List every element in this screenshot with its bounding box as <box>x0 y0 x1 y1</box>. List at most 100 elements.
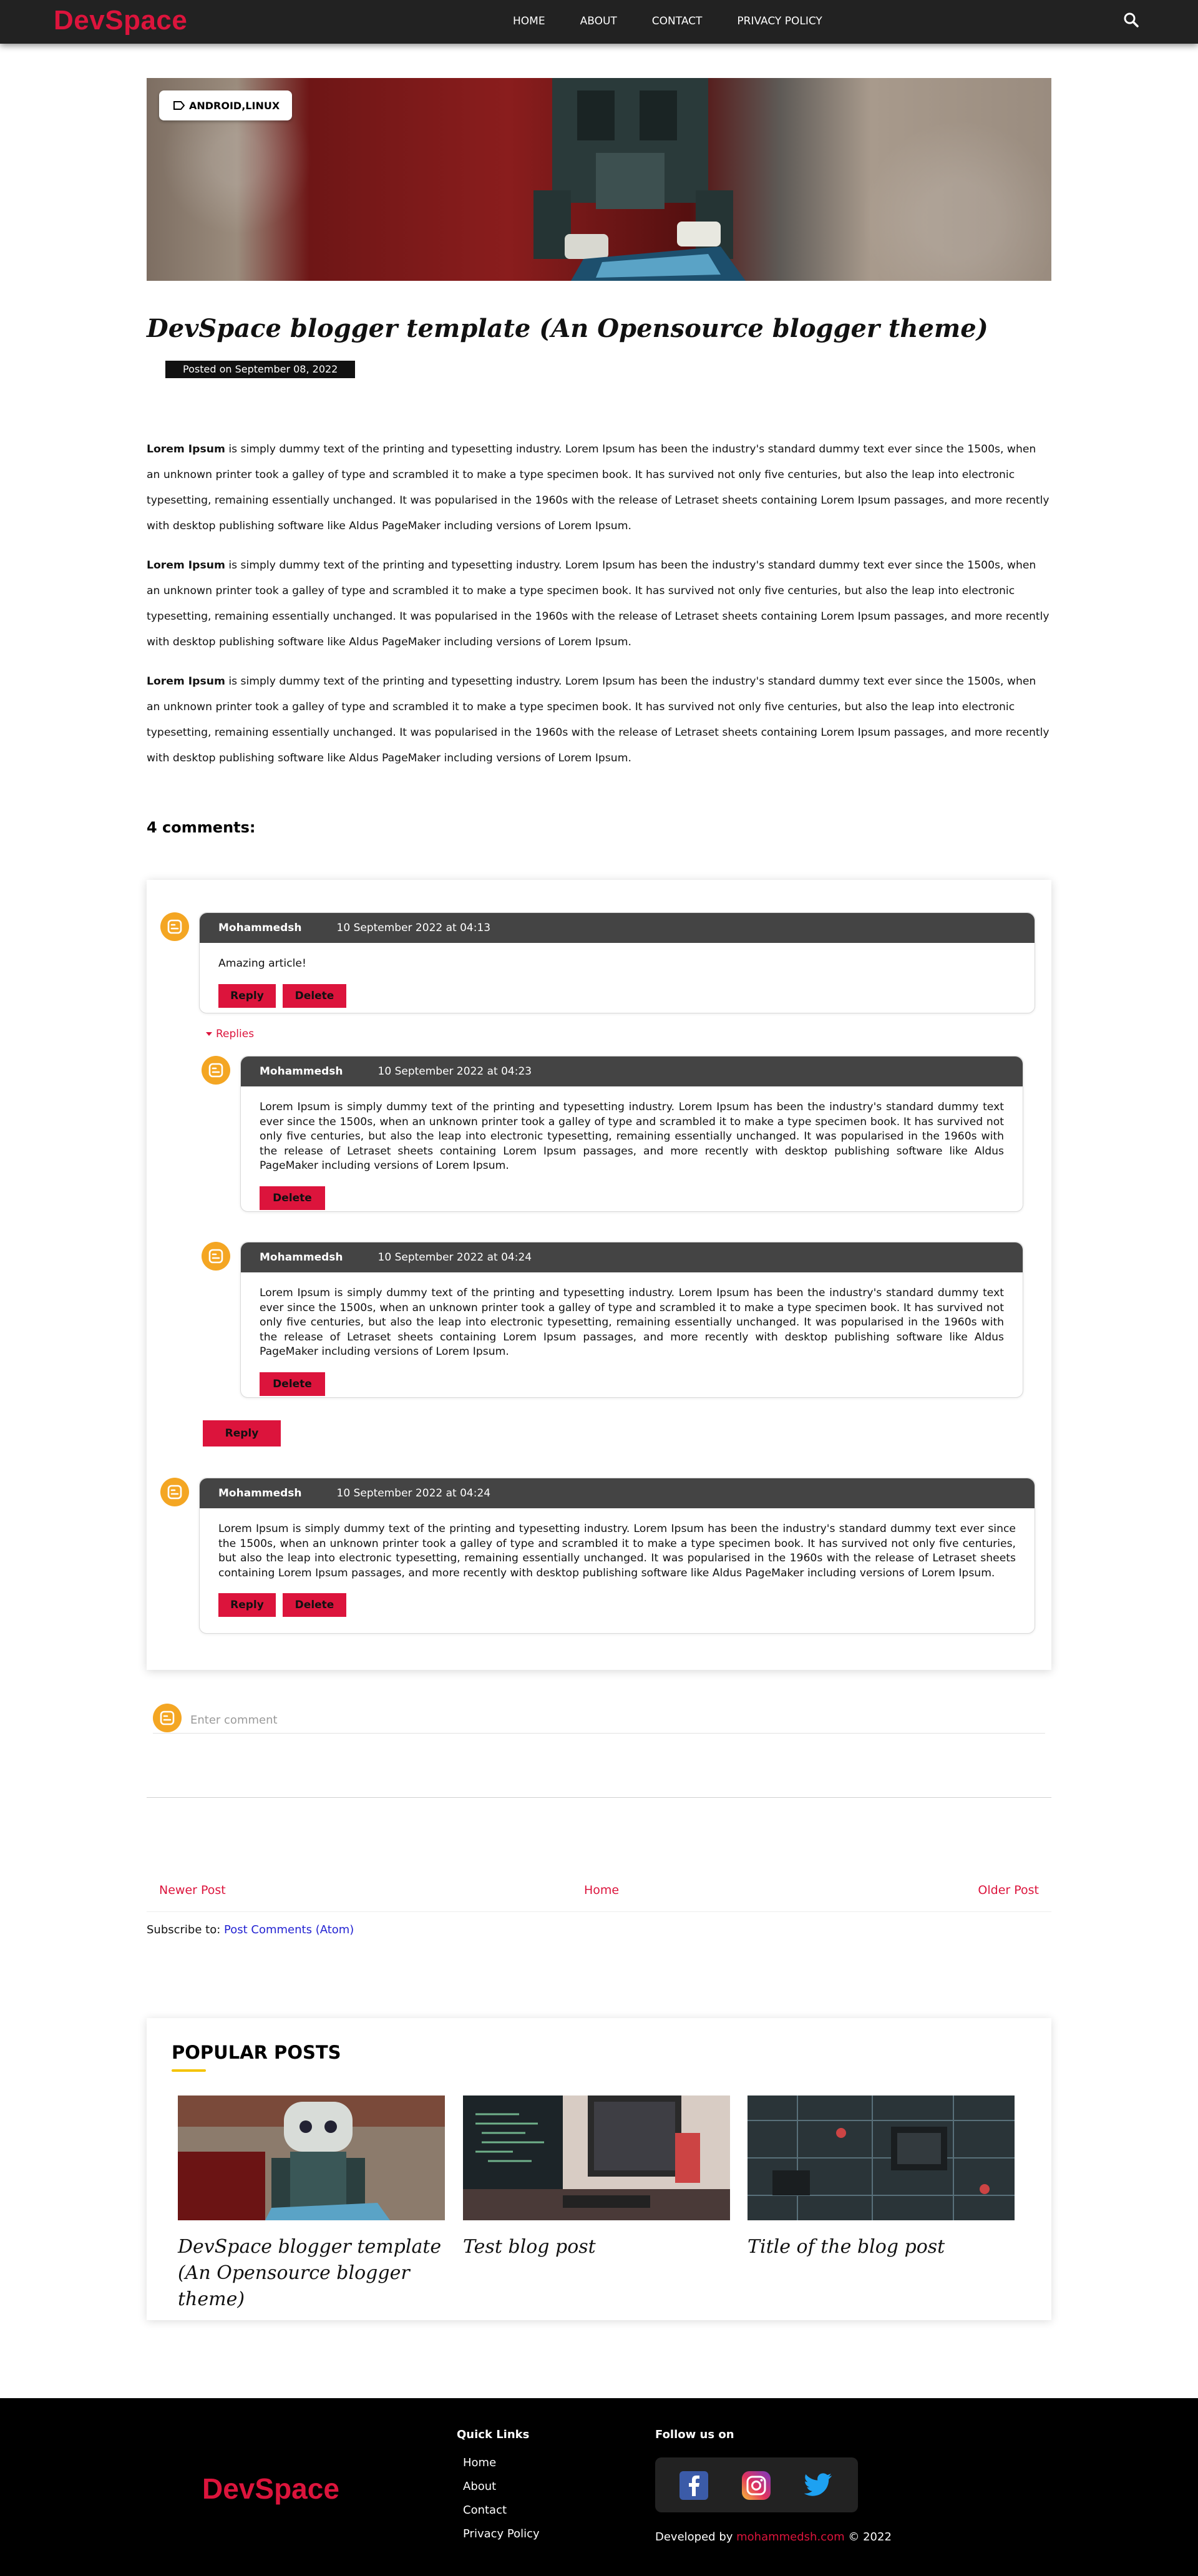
desk-thumbnail-image <box>463 2095 730 2220</box>
footer-link-privacy-policy[interactable]: Privacy Policy <box>463 2527 540 2551</box>
comments-heading: 4 comments: <box>147 819 256 836</box>
section-divider <box>147 1797 1051 1798</box>
comment-timestamp[interactable]: 10 September 2022 at 04:24 <box>337 1487 491 1500</box>
paragraph-lead: Lorem Ipsum <box>147 443 225 456</box>
comment-card: Mohammedsh 10 September 2022 at 04:13 Am… <box>199 912 1035 1013</box>
popular-post-card[interactable]: Title of the blog post <box>748 2095 1015 2260</box>
footer: DevSpace Quick Links Home About Contact … <box>0 2398 1198 2576</box>
comment-author[interactable]: Mohammedsh <box>260 1251 343 1264</box>
comment-timestamp[interactable]: 10 September 2022 at 04:13 <box>337 922 491 934</box>
popular-post-card[interactable]: DevSpace blogger template (An Opensource… <box>178 2095 445 2313</box>
comment-actions: Delete <box>241 1174 1023 1210</box>
subscribe-line: Subscribe to: Post Comments (Atom) <box>147 1923 354 1936</box>
post-body: Lorem Ipsum is simply dummy text of the … <box>147 437 1051 785</box>
comment-text: Lorem Ipsum is simply dummy text of the … <box>260 1287 1004 1358</box>
navbar: DevSpace HOME ABOUT CONTACT PRIVACY POLI… <box>0 0 1198 44</box>
heading-underline <box>172 2069 206 2072</box>
post-featured-image: ANDROID,LINUX <box>147 78 1051 281</box>
post-paragraph: Lorem Ipsum is simply dummy text of the … <box>147 437 1051 539</box>
paragraph-text: is simply dummy text of the printing and… <box>147 675 1049 764</box>
post-paragraph: Lorem Ipsum is simply dummy text of the … <box>147 669 1051 771</box>
developer-site-link[interactable]: mohammedsh.com <box>736 2530 845 2544</box>
footer-link-contact[interactable]: Contact <box>463 2504 540 2527</box>
post-pager: Newer Post Home Older Post <box>147 1883 1051 1912</box>
delete-button[interactable]: Delete <box>260 1372 325 1396</box>
popular-post-thumbnail[interactable] <box>178 2095 445 2220</box>
comment-header: Mohammedsh 10 September 2022 at 04:24 <box>200 1478 1035 1508</box>
older-post-link[interactable]: Older Post <box>978 1883 1039 1897</box>
popular-post-thumbnail[interactable] <box>463 2095 730 2220</box>
popular-post-card[interactable]: Test blog post <box>463 2095 730 2260</box>
comment-card: Mohammedsh 10 September 2022 at 04:24 Lo… <box>199 1478 1035 1634</box>
brand-logo[interactable]: DevSpace <box>54 5 187 36</box>
popular-post-title[interactable]: Title of the blog post <box>748 2234 1015 2260</box>
comment-header: Mohammedsh 10 September 2022 at 04:23 <box>241 1056 1023 1086</box>
replies-toggle[interactable]: Replies <box>206 1028 254 1040</box>
popular-post-title[interactable]: Test blog post <box>463 2234 730 2260</box>
home-link[interactable]: Home <box>584 1883 619 1897</box>
nav-link-privacy-policy[interactable]: PRIVACY POLICY <box>737 15 822 27</box>
comment-author[interactable]: Mohammedsh <box>260 1065 343 1078</box>
commenter-avatar <box>153 1704 182 1732</box>
search-icon[interactable] <box>1122 11 1141 29</box>
footer-link-home[interactable]: Home <box>463 2456 540 2480</box>
subscribe-label: Subscribe to: <box>147 1923 225 1936</box>
delete-button[interactable]: Delete <box>283 983 346 1008</box>
caret-down-icon <box>206 1032 212 1036</box>
reply-card: Mohammedsh 10 September 2022 at 04:23 Lo… <box>240 1056 1023 1212</box>
footer-link-about[interactable]: About <box>463 2480 540 2504</box>
commenter-avatar <box>160 1478 189 1506</box>
nav-link-home[interactable]: HOME <box>513 15 545 27</box>
popular-post-title[interactable]: DevSpace blogger template (An Opensource… <box>178 2234 445 2313</box>
reply-button[interactable]: Reply <box>218 983 276 1008</box>
category-label[interactable]: ANDROID,LINUX <box>159 90 293 120</box>
tag-icon <box>173 101 185 110</box>
comment-input[interactable]: Enter comment <box>153 1704 1045 1734</box>
quick-links-heading: Quick Links <box>457 2428 530 2441</box>
comment-author[interactable]: Mohammedsh <box>218 1487 302 1500</box>
footer-brand-logo[interactable]: DevSpace <box>202 2472 339 2505</box>
comments-section: Mohammedsh 10 September 2022 at 04:13 Am… <box>147 880 1051 1670</box>
follow-us-heading: Follow us on <box>655 2428 734 2441</box>
post-title: DevSpace blogger template (An Opensource… <box>147 314 988 343</box>
blogger-icon <box>160 1710 175 1725</box>
subscribe-feed-link[interactable]: Post Comments (Atom) <box>224 1923 354 1936</box>
post-paragraph: Lorem Ipsum is simply dummy text of the … <box>147 553 1051 655</box>
paragraph-lead: Lorem Ipsum <box>147 559 225 572</box>
instagram-icon[interactable] <box>741 2470 772 2501</box>
robot-illustration <box>533 78 746 281</box>
commenter-avatar <box>202 1056 230 1085</box>
twitter-icon[interactable] <box>803 2470 834 2501</box>
comment-header: Mohammedsh 10 September 2022 at 04:24 <box>241 1242 1023 1272</box>
blogger-icon <box>208 1063 223 1078</box>
robot-thumbnail-image <box>178 2095 445 2220</box>
comment-text: Amazing article! <box>218 957 306 970</box>
nav-link-contact[interactable]: CONTACT <box>652 15 703 27</box>
main-nav: HOME ABOUT CONTACT PRIVACY POLICY <box>513 15 857 27</box>
newer-post-link[interactable]: Newer Post <box>159 1883 226 1897</box>
commenter-avatar <box>202 1242 230 1271</box>
commenter-avatar <box>160 912 189 941</box>
comment-actions: Reply Delete <box>200 972 1035 1008</box>
replies-label: Replies <box>216 1028 255 1040</box>
comment-author[interactable]: Mohammedsh <box>218 922 302 934</box>
social-links <box>655 2457 858 2512</box>
delete-button[interactable]: Delete <box>260 1186 325 1210</box>
delete-button[interactable]: Delete <box>283 1593 346 1617</box>
circuit-board-thumbnail-image <box>748 2095 1015 2220</box>
reply-button[interactable]: Reply <box>218 1593 276 1617</box>
blogger-icon <box>167 1485 182 1500</box>
facebook-icon[interactable] <box>678 2470 709 2501</box>
post-date: Posted on September 08, 2022 <box>165 361 356 378</box>
comment-timestamp[interactable]: 10 September 2022 at 04:23 <box>378 1065 532 1078</box>
comment-text: Lorem Ipsum is simply dummy text of the … <box>260 1101 1004 1172</box>
reply-thread-button[interactable]: Reply <box>203 1420 281 1447</box>
paragraph-text: is simply dummy text of the printing and… <box>147 559 1049 648</box>
paragraph-lead: Lorem Ipsum <box>147 675 225 688</box>
comment-actions: Delete <box>241 1360 1023 1396</box>
blogger-icon <box>167 919 182 934</box>
comment-timestamp[interactable]: 10 September 2022 at 04:24 <box>378 1251 532 1264</box>
nav-link-about[interactable]: ABOUT <box>580 15 617 27</box>
popular-post-thumbnail[interactable] <box>748 2095 1015 2220</box>
category-text: ANDROID,LINUX <box>189 99 280 112</box>
